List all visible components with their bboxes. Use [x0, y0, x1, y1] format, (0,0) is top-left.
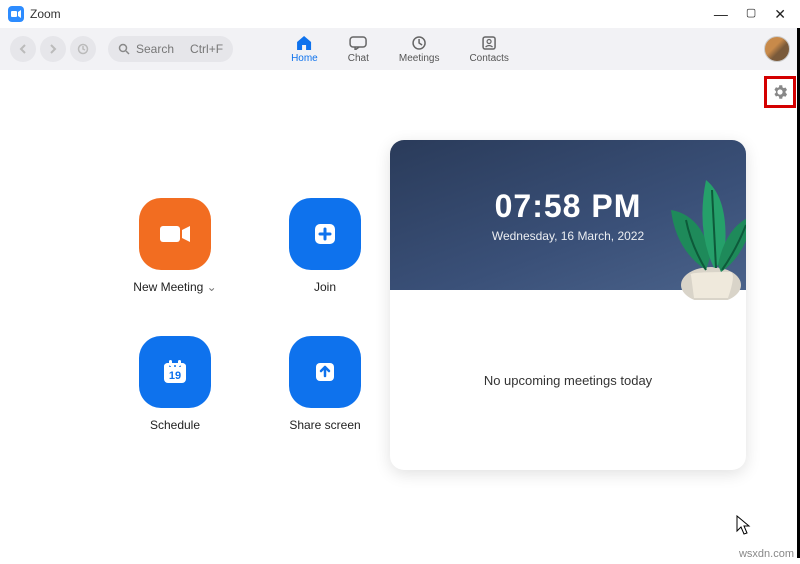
contacts-icon: [479, 35, 499, 51]
gear-icon: [771, 83, 789, 101]
calendar-icon: 19: [139, 336, 211, 408]
mouse-cursor-icon: [736, 515, 752, 540]
home-icon: [294, 35, 314, 51]
tab-contacts[interactable]: Contacts: [469, 35, 508, 64]
join-label: Join: [314, 280, 336, 294]
main-tabs: Home Chat Meetings Contacts: [291, 28, 509, 70]
watermark: wsxdn.com: [739, 548, 794, 560]
join-button[interactable]: Join: [250, 198, 400, 318]
nav-back-button[interactable]: [10, 36, 36, 62]
share-screen-button[interactable]: Share screen: [250, 336, 400, 456]
no-meetings-text: No upcoming meetings today: [484, 373, 652, 388]
plus-icon: [289, 198, 361, 270]
search-label: Search: [136, 42, 174, 56]
card-header: 07:58 PM Wednesday, 16 March, 2022: [390, 140, 746, 290]
window-title: Zoom: [30, 7, 61, 21]
toolbar: Search Ctrl+F Home Chat Meetings Conta: [0, 28, 800, 70]
tab-chat[interactable]: Chat: [348, 35, 369, 64]
content-area: New Meeting Join 19 Schedule Share scree…: [0, 70, 800, 564]
new-meeting-label: New Meeting: [133, 280, 216, 294]
nav-history-button[interactable]: [70, 36, 96, 62]
svg-text:19: 19: [169, 370, 181, 382]
tab-meetings[interactable]: Meetings: [399, 35, 440, 64]
schedule-button[interactable]: 19 Schedule: [100, 336, 250, 456]
search-input[interactable]: Search Ctrl+F: [108, 36, 233, 62]
clock-icon: [409, 35, 429, 51]
settings-button[interactable]: [768, 80, 792, 104]
clock-date: Wednesday, 16 March, 2022: [492, 229, 644, 243]
video-icon: [139, 198, 211, 270]
schedule-label: Schedule: [150, 418, 200, 432]
window-controls: — ▢ ✕: [714, 6, 792, 23]
card-body: No upcoming meetings today: [390, 290, 746, 470]
minimize-button[interactable]: —: [714, 6, 728, 23]
zoom-logo-icon: [8, 6, 24, 22]
share-screen-label: Share screen: [289, 418, 360, 432]
share-icon: [289, 336, 361, 408]
maximize-button[interactable]: ▢: [746, 6, 756, 23]
nav-forward-button[interactable]: [40, 36, 66, 62]
meetings-card: 07:58 PM Wednesday, 16 March, 2022 No up…: [390, 140, 746, 470]
avatar[interactable]: [764, 36, 790, 62]
chat-icon: [348, 35, 368, 51]
tab-home[interactable]: Home: [291, 35, 318, 64]
action-grid: New Meeting Join 19 Schedule Share scree…: [100, 198, 400, 456]
new-meeting-button[interactable]: New Meeting: [100, 198, 250, 318]
clock-time: 07:58 PM: [495, 188, 642, 225]
plant-illustration: [636, 160, 746, 300]
titlebar: Zoom — ▢ ✕: [0, 0, 800, 28]
search-icon: [118, 43, 130, 55]
close-button[interactable]: ✕: [774, 6, 786, 23]
search-shortcut: Ctrl+F: [190, 42, 223, 56]
